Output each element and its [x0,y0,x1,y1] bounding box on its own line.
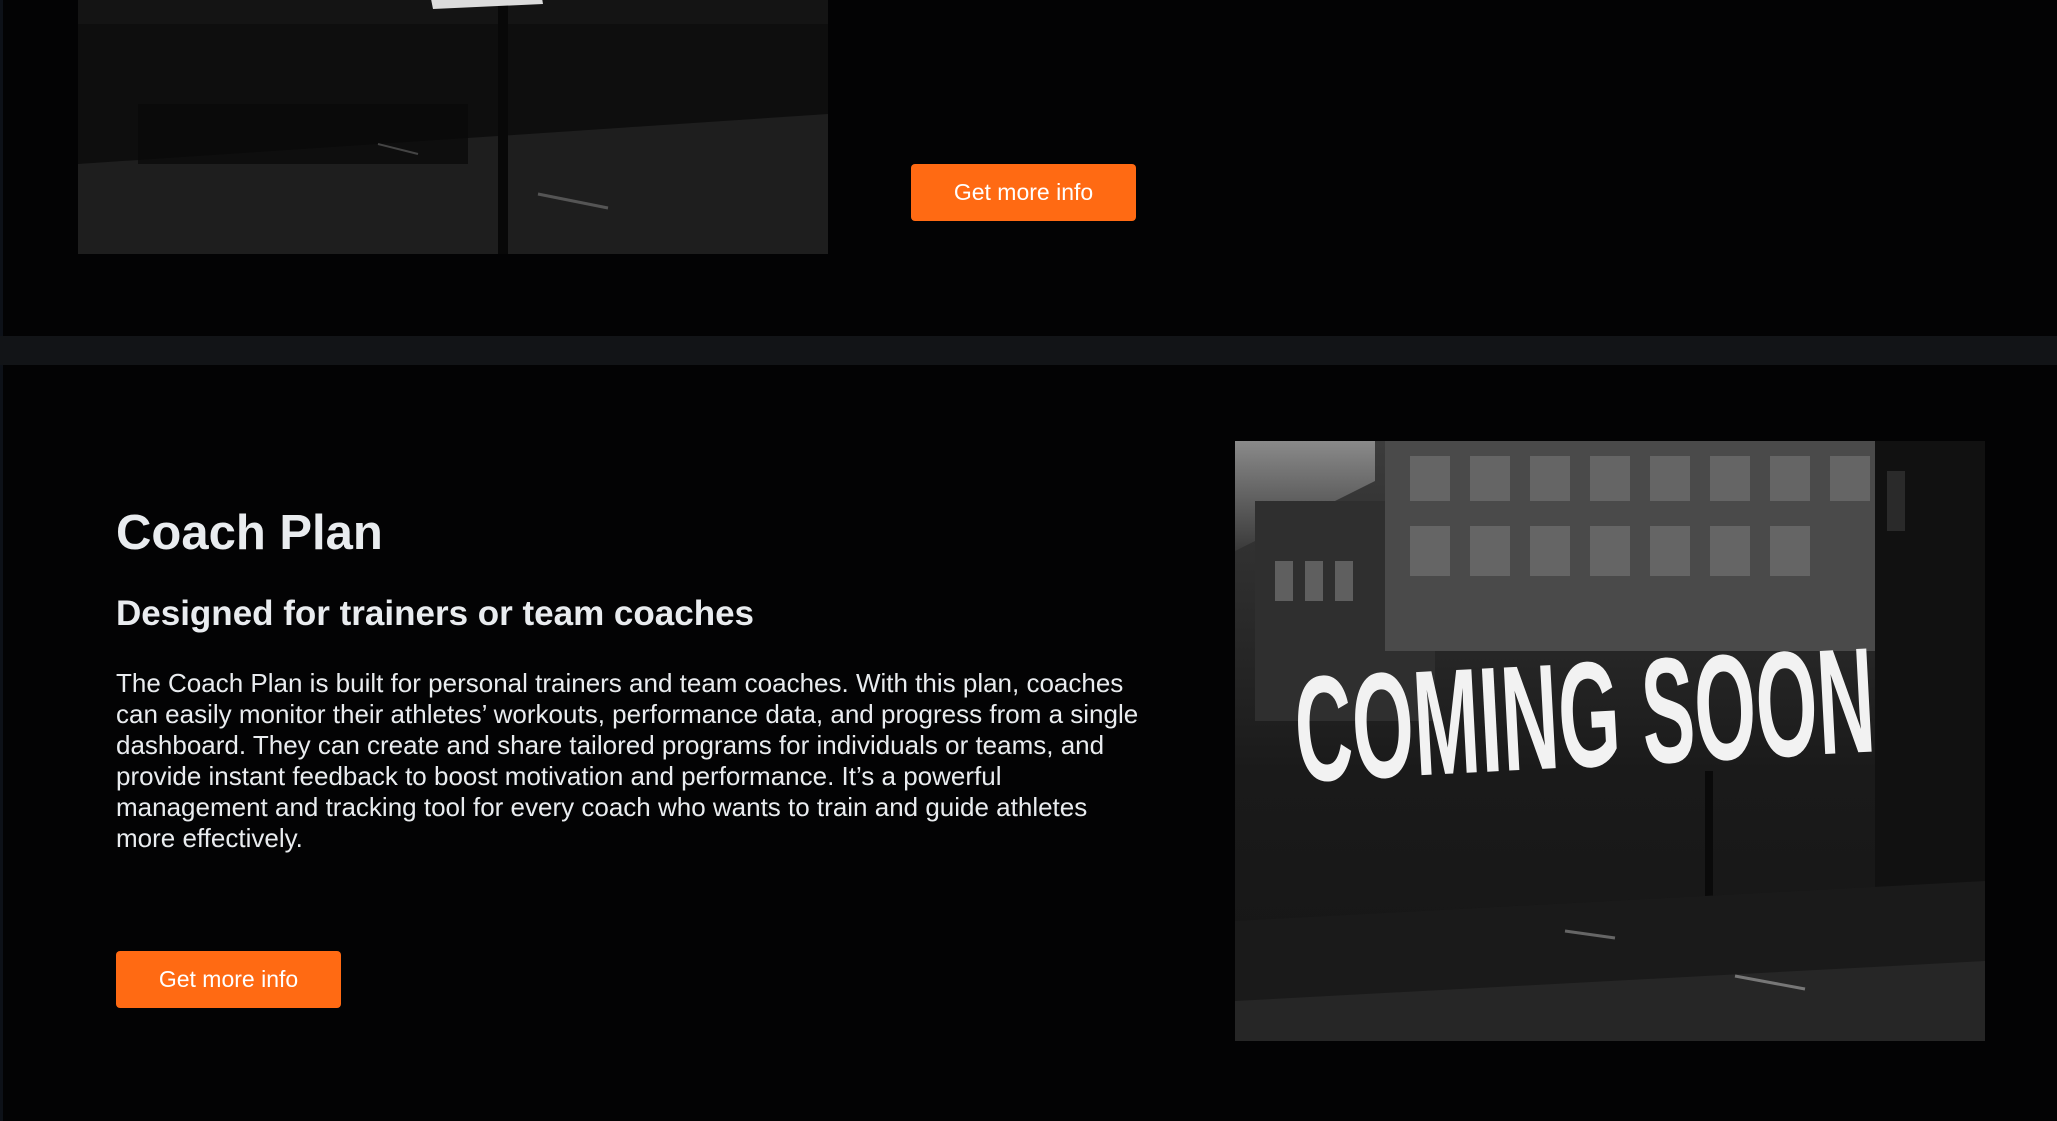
previous-plan-section: Get more info [0,0,2057,336]
previous-plan-description-tail [1130,0,1700,6]
coach-plan-title: Coach Plan [116,506,383,560]
section-divider [0,336,2057,365]
coach-plan-description: The Coach Plan is built for personal tra… [116,668,1139,853]
coming-soon-text: COMING SOON [1291,615,1879,813]
coming-soon-image-top [78,0,828,254]
coming-soon-image: COMING SOON [1235,441,1985,1041]
coach-plan-subtitle: Designed for trainers or team coaches [116,594,754,633]
page: Get more info Coach Plan Designed for tr… [0,0,2057,1121]
get-more-info-button[interactable]: Get more info [911,164,1136,221]
coach-get-more-info-button[interactable]: Get more info [116,951,341,1008]
coach-plan-section: Coach Plan Designed for trainers or team… [0,365,2057,1121]
